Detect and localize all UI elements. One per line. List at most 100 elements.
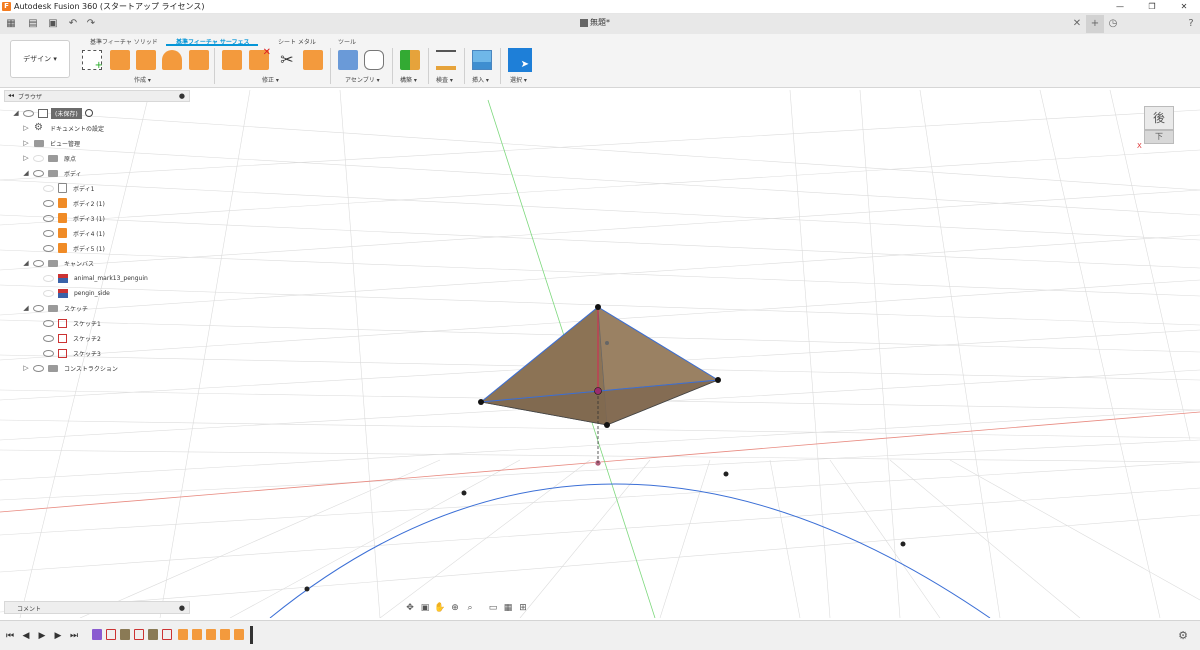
visibility-icon[interactable] <box>43 244 54 252</box>
visibility-icon[interactable] <box>43 274 54 282</box>
new-tab-button[interactable]: + <box>1086 15 1104 33</box>
insert-image-icon[interactable] <box>472 50 492 70</box>
app-grid-icon[interactable]: ▦ <box>4 17 18 31</box>
select-icon[interactable]: ➤ <box>508 48 532 72</box>
activate-radio-icon[interactable] <box>84 109 93 117</box>
restore-button[interactable]: ❐ <box>1136 0 1168 14</box>
group-construct[interactable]: 構築 ▾ <box>400 75 417 84</box>
look-at-icon[interactable]: ▣ <box>419 602 431 614</box>
redo-icon[interactable]: ↷ <box>84 17 98 31</box>
visibility-icon[interactable] <box>43 334 54 342</box>
visibility-icon[interactable] <box>23 109 34 117</box>
loft-icon[interactable] <box>189 50 209 70</box>
close-tab-button[interactable]: ✕ <box>1068 15 1086 33</box>
play-icon[interactable]: ▶ <box>36 630 48 642</box>
step-forward-icon[interactable]: ▶ <box>52 630 64 642</box>
timeline-feature[interactable] <box>120 629 130 640</box>
go-to-start-icon[interactable]: ⏮ <box>4 630 16 642</box>
arc-point[interactable] <box>900 541 906 547</box>
expand-icon[interactable]: ◢ <box>12 109 20 117</box>
group-create[interactable]: 作成 ▾ <box>134 75 151 84</box>
timeline-feature[interactable] <box>92 629 102 640</box>
visibility-icon[interactable] <box>33 169 44 177</box>
create-sketch-icon[interactable]: + <box>82 50 103 71</box>
browser-item-construction[interactable]: ▷ コンストラクション <box>22 361 118 375</box>
viewports-icon[interactable]: ⊞ <box>517 602 529 614</box>
measure-icon[interactable] <box>436 50 456 70</box>
browser-item-canvases[interactable]: ◢ キャンバス <box>22 256 94 270</box>
group-assemble[interactable]: アセンブリ ▾ <box>345 75 380 84</box>
group-insert[interactable]: 挿入 ▾ <box>472 75 489 84</box>
view-cube-bottom-face[interactable]: 下 <box>1144 130 1174 144</box>
expand-icon[interactable]: ▷ <box>22 124 30 132</box>
view-cube-back-face[interactable]: 後 <box>1144 106 1174 130</box>
arc-point[interactable] <box>723 471 729 477</box>
new-component-icon[interactable] <box>338 50 358 70</box>
browser-item-sketches[interactable]: ◢ スケッチ <box>22 301 88 315</box>
file-menu-icon[interactable]: ▤ <box>26 17 40 31</box>
pan-icon[interactable]: ✋ <box>434 602 446 614</box>
timeline-feature[interactable] <box>234 629 244 640</box>
browser-item-body1[interactable]: ボディ1 <box>40 181 94 195</box>
tab-tools[interactable]: ツール <box>338 37 356 46</box>
browser-item-body5[interactable]: ボディ5 (1) <box>40 241 105 255</box>
browser-pin-icon[interactable]: ● <box>179 92 185 100</box>
grid-settings-icon[interactable]: ▦ <box>502 602 514 614</box>
visibility-icon[interactable] <box>33 304 44 312</box>
extend-icon[interactable] <box>303 50 323 70</box>
timeline-feature[interactable] <box>106 629 116 640</box>
visibility-icon[interactable] <box>43 214 54 222</box>
visibility-icon[interactable] <box>43 319 54 327</box>
timeline-feature[interactable] <box>220 629 230 640</box>
browser-item-canvas-side[interactable]: pengin_side <box>40 286 110 300</box>
offset-plane-icon[interactable] <box>400 50 420 70</box>
browser-item-body3[interactable]: ボディ3 (1) <box>40 211 105 225</box>
trim-icon[interactable]: ✂ <box>277 50 297 70</box>
job-status-icon[interactable]: ◷ <box>1104 15 1122 33</box>
visibility-icon[interactable] <box>43 289 54 297</box>
expand-icon[interactable]: ◢ <box>22 169 30 177</box>
browser-item-named-views[interactable]: ▷ ビュー管理 <box>22 136 80 150</box>
visibility-icon[interactable] <box>43 229 54 237</box>
delete-face-icon[interactable]: ✕ <box>249 47 271 70</box>
timeline-feature[interactable] <box>134 629 144 640</box>
display-settings-icon[interactable]: ▭ <box>487 602 499 614</box>
step-back-icon[interactable]: ◀ <box>20 630 32 642</box>
document-tab[interactable]: 無題* <box>580 17 610 28</box>
go-to-end-icon[interactable]: ⏭ <box>68 630 80 642</box>
save-icon[interactable]: ▣ <box>46 17 60 31</box>
tab-sheet-metal[interactable]: シート メタル <box>278 37 316 46</box>
browser-item-bodies[interactable]: ◢ ボディ <box>22 166 81 180</box>
visibility-icon[interactable] <box>43 349 54 357</box>
fit-icon[interactable]: ⌕ <box>464 602 476 614</box>
timeline-feature[interactable] <box>178 629 188 640</box>
tab-solid[interactable]: 基準フィーチャ ソリッド <box>90 37 158 46</box>
group-select[interactable]: 選択 ▾ <box>510 75 527 84</box>
expand-icon[interactable]: ◢ <box>22 259 30 267</box>
arc-point[interactable] <box>461 490 467 496</box>
close-button[interactable]: ✕ <box>1168 0 1200 14</box>
browser-item-canvas-penguin[interactable]: animal_mark13_penguin <box>40 271 148 285</box>
3d-viewport[interactable] <box>0 88 1200 618</box>
workspace-switcher[interactable]: デザイン ▾ <box>10 40 70 78</box>
minimize-button[interactable]: — <box>1104 0 1136 14</box>
group-modify[interactable]: 修正 ▾ <box>262 75 279 84</box>
visibility-icon[interactable] <box>33 154 44 162</box>
arc-point[interactable] <box>304 586 310 592</box>
expand-icon[interactable]: ◢ <box>22 304 30 312</box>
expand-icon[interactable]: ▷ <box>22 154 30 162</box>
view-cube[interactable]: 後 下 X <box>1137 102 1178 150</box>
browser-item-sketch3[interactable]: スケッチ3 <box>40 346 101 360</box>
browser-item-body2[interactable]: ボディ2 (1) <box>40 196 105 210</box>
group-inspect[interactable]: 検査 ▾ <box>436 75 453 84</box>
timeline-settings-icon[interactable]: ⚙ <box>1178 629 1188 642</box>
visibility-icon[interactable] <box>33 364 44 372</box>
browser-item-document-settings[interactable]: ▷ ⚙ ドキュメントの設定 <box>22 121 104 135</box>
help-icon[interactable]: ? <box>1182 15 1200 33</box>
timeline-marker[interactable] <box>250 626 253 644</box>
visibility-icon[interactable] <box>43 199 54 207</box>
comments-pin-icon[interactable]: ● <box>179 604 185 612</box>
thicken-icon[interactable] <box>222 50 242 70</box>
expand-icon[interactable]: ▷ <box>22 364 30 372</box>
browser-header[interactable]: ブラウザ ◂◂ ● <box>4 90 190 102</box>
